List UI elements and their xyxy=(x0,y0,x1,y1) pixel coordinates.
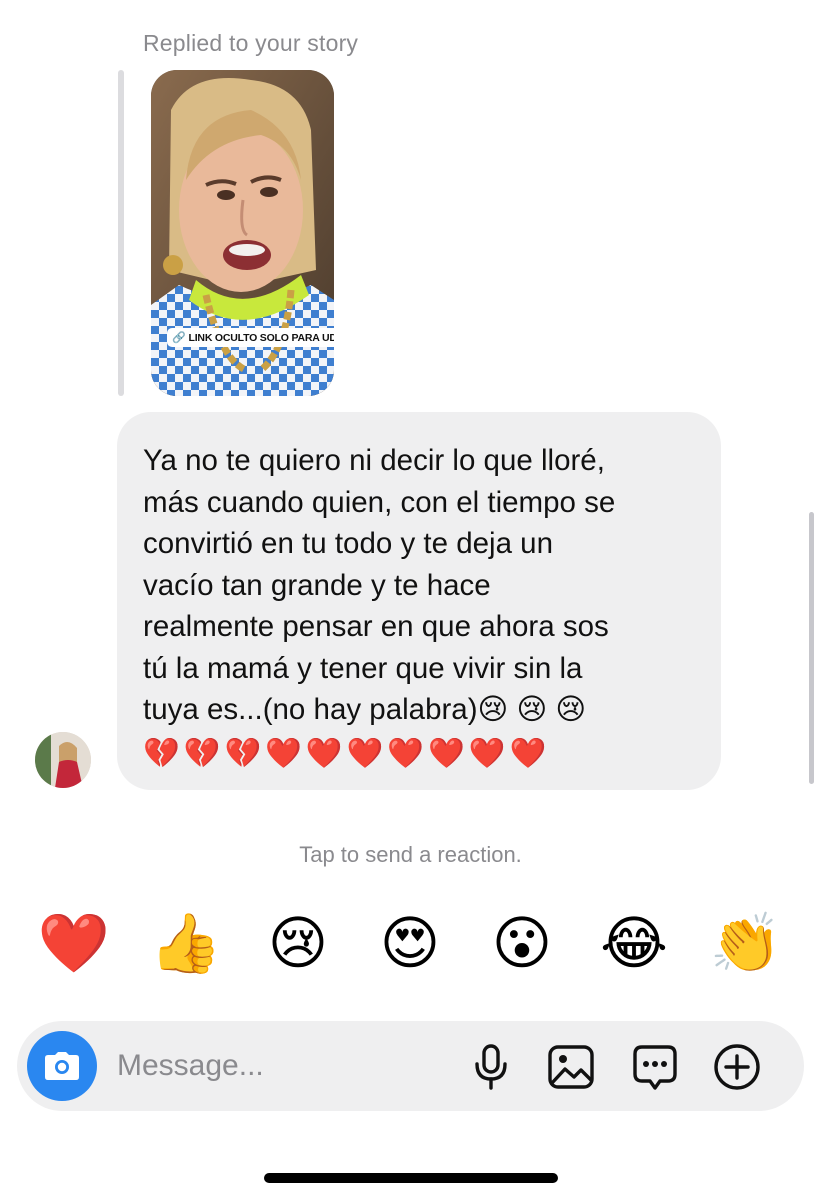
sender-avatar[interactable] xyxy=(35,732,91,788)
reaction-heart-eyes[interactable]: 😍 xyxy=(372,905,448,981)
microphone-icon xyxy=(475,1044,507,1090)
gallery-icon xyxy=(548,1045,594,1089)
reaction-hint: Tap to send a reaction. xyxy=(299,842,522,867)
message-text: Ya no te quiero ni decir lo que lloré, m… xyxy=(143,444,616,726)
reaction-clapping[interactable]: 👏 xyxy=(708,905,784,981)
message-input[interactable] xyxy=(117,1043,447,1089)
microphone-button[interactable] xyxy=(467,1043,515,1091)
message-emoji-line: 💔💔💔❤️❤️❤️❤️❤️❤️❤️ xyxy=(143,735,551,770)
reaction-thumbs-up[interactable]: 👍 xyxy=(148,905,224,981)
message-composer xyxy=(17,1021,804,1111)
reaction-crying[interactable]: 😢 xyxy=(260,905,336,981)
camera-button[interactable] xyxy=(27,1031,97,1101)
story-image xyxy=(151,70,334,396)
scrollbar[interactable] xyxy=(809,512,814,784)
add-icon xyxy=(714,1044,760,1090)
story-reply-caption: Replied to your story xyxy=(143,30,359,56)
sticker-icon xyxy=(633,1045,677,1090)
link-sticker-label: LINK OCULTO SOLO PARA UDS xyxy=(188,331,335,344)
link-sticker[interactable]: 🔗 LINK OCULTO SOLO PARA UDS xyxy=(167,328,334,347)
sticker-button[interactable] xyxy=(631,1043,679,1091)
reaction-heart[interactable]: ❤️ xyxy=(36,905,112,981)
camera-icon xyxy=(45,1052,79,1080)
gallery-button[interactable] xyxy=(547,1043,595,1091)
message-bubble[interactable]: Ya no te quiero ni decir lo que lloré, m… xyxy=(117,412,721,790)
link-icon: 🔗 xyxy=(172,332,186,344)
story-thumbnail[interactable]: 🔗 LINK OCULTO SOLO PARA UDS xyxy=(151,70,334,396)
home-indicator[interactable] xyxy=(264,1173,558,1183)
avatar-image xyxy=(35,732,91,788)
add-button[interactable] xyxy=(713,1043,761,1091)
reaction-surprised[interactable]: 😮 xyxy=(484,905,560,981)
chat-screen: Replied to your story 🔗 LINK OCULTO SOLO… xyxy=(0,0,821,1200)
story-reply-divider xyxy=(118,70,124,396)
reaction-laughing[interactable]: 😂 xyxy=(596,905,672,981)
reaction-bar: ❤️ 👍 😢 😍 😮 😂 👏 xyxy=(0,905,821,985)
